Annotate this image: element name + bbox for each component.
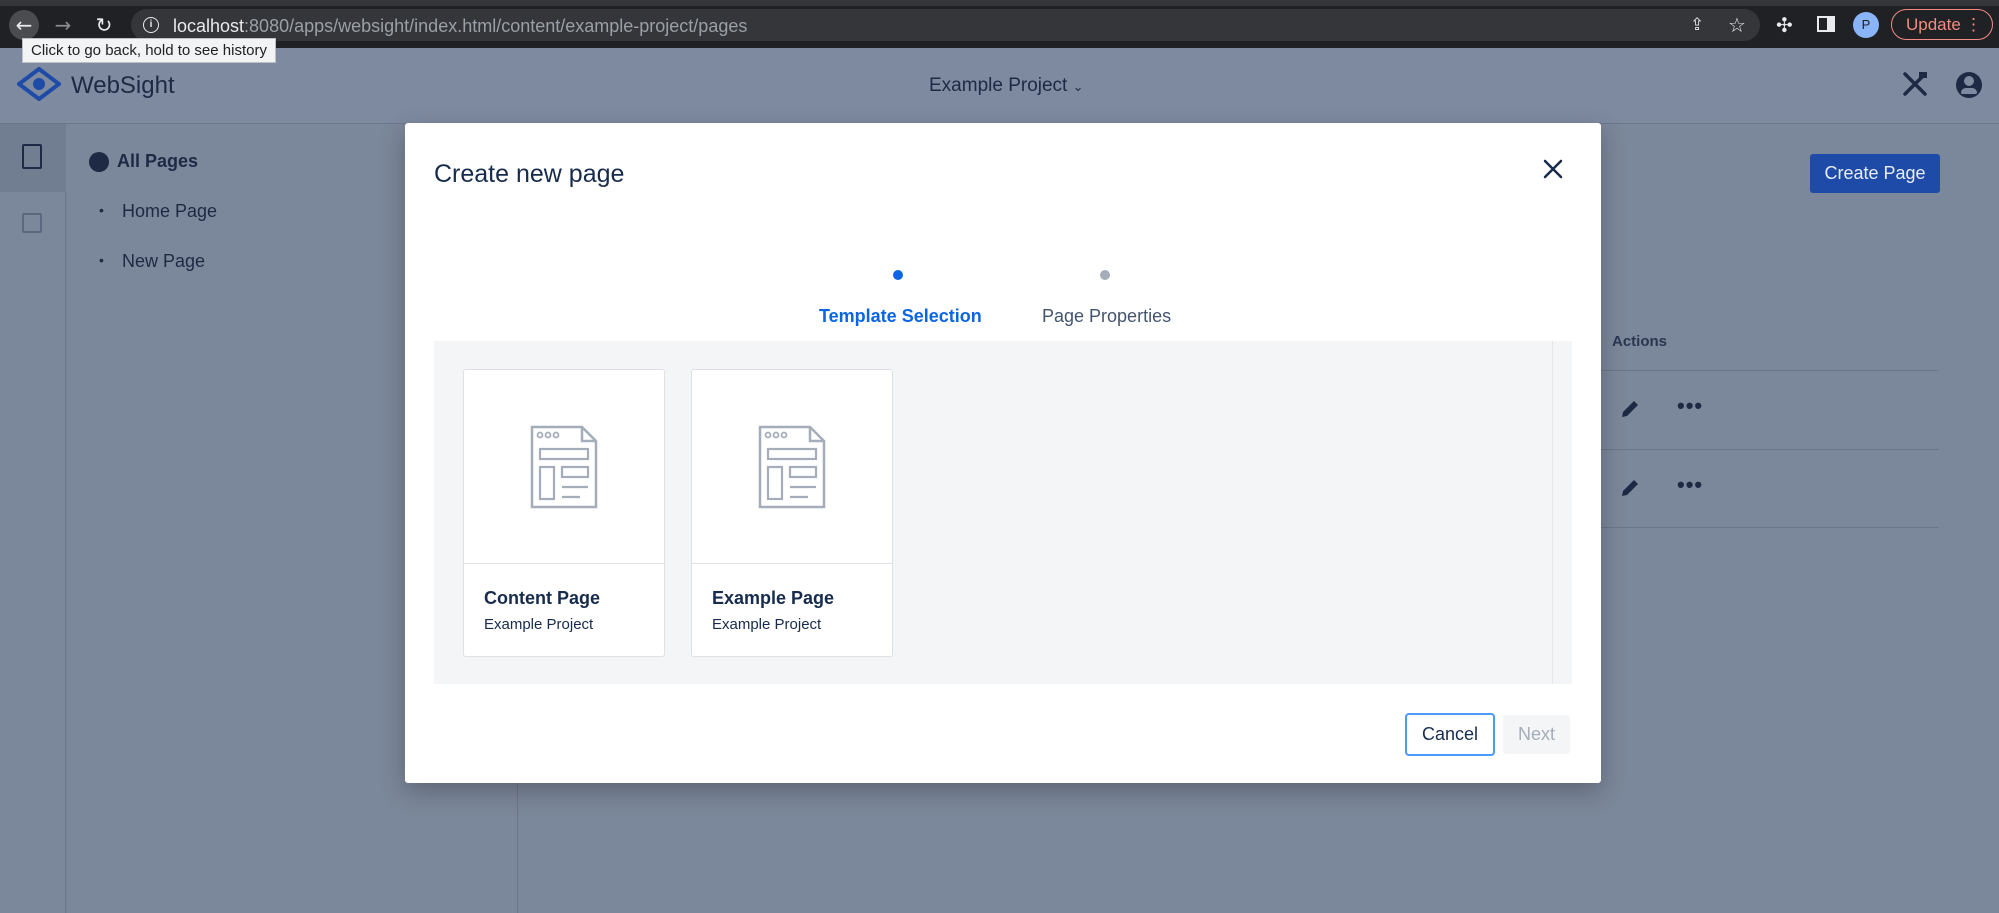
project-name: Example Project bbox=[929, 75, 1068, 96]
template-list-scrollbar[interactable] bbox=[1552, 341, 1572, 684]
template-name: Example Page bbox=[712, 588, 835, 608]
step-page-properties[interactable]: Page Properties bbox=[1042, 306, 1171, 327]
modal-title: Create new page bbox=[434, 160, 625, 188]
next-button: Next bbox=[1503, 715, 1570, 754]
table-divider bbox=[1601, 449, 1939, 450]
pages-icon[interactable] bbox=[22, 144, 42, 169]
extensions-puzzle-icon[interactable]: ✣ bbox=[1776, 13, 1793, 37]
template-project: Example Project bbox=[484, 616, 594, 633]
back-arrow-icon[interactable]: ← bbox=[9, 10, 39, 40]
address-bar[interactable]: i localhost:8080/apps/websight/index.htm… bbox=[131, 9, 1760, 41]
back-button-tooltip: Click to go back, hold to see history bbox=[22, 38, 276, 63]
edit-pencil-icon[interactable] bbox=[1619, 477, 1641, 499]
page-template-icon bbox=[530, 425, 598, 509]
left-rail bbox=[0, 124, 66, 913]
browser-toolbar: ← → ↻ i localhost:8080/apps/websight/ind… bbox=[0, 0, 1999, 48]
more-horizontal-icon[interactable]: ••• bbox=[1677, 472, 1703, 498]
url-host: localhost bbox=[173, 16, 245, 36]
template-card-content-page[interactable]: Content Page Example Project bbox=[463, 369, 665, 657]
table-divider bbox=[1601, 370, 1939, 371]
cancel-button[interactable]: Cancel bbox=[1405, 713, 1495, 756]
edit-pencil-icon[interactable] bbox=[1619, 398, 1641, 420]
reload-icon[interactable]: ↻ bbox=[89, 10, 119, 40]
actions-column-header: Actions bbox=[1612, 333, 1668, 350]
profile-avatar[interactable]: P bbox=[1853, 12, 1879, 38]
tools-icon[interactable] bbox=[1901, 70, 1929, 98]
create-page-button[interactable]: Create Page bbox=[1810, 154, 1940, 193]
template-card-example-page[interactable]: Example Page Example Project bbox=[691, 369, 893, 657]
forward-arrow-icon[interactable]: → bbox=[48, 10, 78, 40]
step-indicator-active bbox=[893, 270, 903, 280]
tree-item-label: Home Page bbox=[122, 201, 218, 221]
tree-item-new-page[interactable]: New Page bbox=[99, 251, 205, 272]
url-path: :8080/apps/websight/index.html/content/e… bbox=[244, 16, 748, 36]
update-button[interactable]: Update ⋮ bbox=[1891, 9, 1993, 40]
tab-strip bbox=[0, 0, 1999, 6]
url-text[interactable]: localhost:8080/apps/websight/index.html/… bbox=[173, 16, 747, 37]
account-icon[interactable] bbox=[1956, 72, 1982, 98]
create-page-modal: Create new page Template Selection Page … bbox=[405, 123, 1601, 783]
image-icon[interactable] bbox=[22, 213, 42, 233]
websight-logo-icon bbox=[17, 67, 61, 101]
brand-name: WebSight bbox=[71, 72, 175, 99]
tree-item-home-page[interactable]: Home Page bbox=[99, 201, 217, 222]
tree-item-label: New Page bbox=[122, 251, 206, 271]
template-thumbnail bbox=[692, 370, 892, 564]
table-divider bbox=[1601, 527, 1939, 528]
template-project: Example Project bbox=[712, 616, 822, 633]
template-thumbnail bbox=[464, 370, 664, 564]
site-info-icon[interactable]: i bbox=[143, 17, 159, 33]
bookmark-star-icon[interactable]: ☆ bbox=[1728, 13, 1746, 37]
side-panel-icon[interactable] bbox=[1817, 16, 1835, 32]
tree-root-all-pages[interactable]: All Pages bbox=[89, 151, 198, 172]
update-label: Update bbox=[1906, 15, 1961, 34]
close-icon[interactable] bbox=[1541, 157, 1565, 181]
chevron-down-icon: ⌄ bbox=[1072, 79, 1084, 94]
template-name: Content Page bbox=[484, 588, 601, 608]
step-indicator-inactive bbox=[1100, 270, 1110, 280]
more-vert-icon: ⋮ bbox=[1965, 15, 1982, 34]
share-icon[interactable]: ⇪ bbox=[1690, 15, 1704, 35]
project-switcher[interactable]: Example Project ⌄ bbox=[929, 75, 1084, 97]
step-template-selection[interactable]: Template Selection bbox=[819, 306, 982, 327]
more-horizontal-icon[interactable]: ••• bbox=[1677, 393, 1703, 419]
page-template-icon bbox=[758, 425, 826, 509]
tree-root-label: All Pages bbox=[117, 151, 199, 171]
